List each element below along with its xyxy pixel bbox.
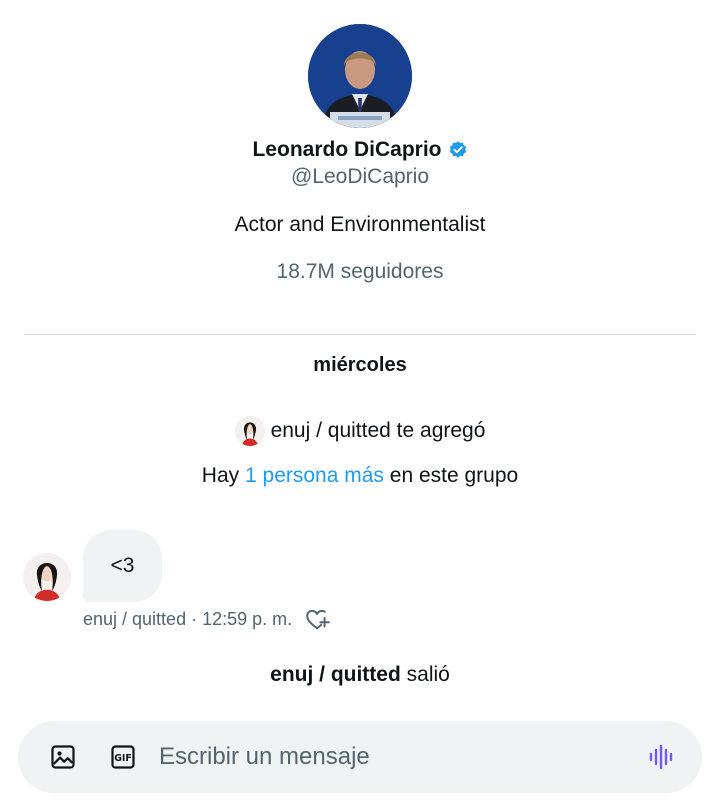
profile-followers[interactable]: 18.7M seguidores <box>0 260 720 284</box>
left-event: enuj / quitted salió <box>0 663 720 687</box>
profile-name-row: Leonardo DiCaprio <box>0 138 720 162</box>
profile-name: Leonardo DiCaprio <box>252 138 442 161</box>
group-info: Hay 1 persona más en este grupo <box>0 464 720 488</box>
sender-photo-icon <box>23 553 71 601</box>
message-sender: enuj / quitted <box>83 608 187 629</box>
message-composer: GIF <box>18 721 702 793</box>
profile-photo-icon <box>308 24 412 128</box>
message-sender-avatar[interactable] <box>23 553 71 601</box>
group-info-suffix: en este grupo <box>389 464 519 487</box>
user-photo-icon <box>234 416 265 446</box>
verified-badge-icon <box>449 141 466 158</box>
left-event-user: enuj / quitted <box>270 663 401 686</box>
message-meta: enuj / quitted · 12:59 p. m. <box>83 606 331 632</box>
profile-avatar[interactable] <box>308 24 412 128</box>
message-bubble[interactable]: <3 <box>83 530 162 602</box>
message-text: <3 <box>110 554 135 577</box>
profile-handle[interactable]: @LeoDiCaprio <box>0 165 720 189</box>
svg-text:GIF: GIF <box>114 753 132 764</box>
voice-icon[interactable] <box>648 743 676 771</box>
message-time: 12:59 p. m. <box>202 608 293 629</box>
user-avatar-small[interactable] <box>234 416 265 446</box>
group-members-link[interactable]: 1 persona más <box>245 464 384 487</box>
profile-bio: Actor and Environmentalist <box>234 213 486 236</box>
left-event-verb: salió <box>406 663 450 686</box>
gif-icon[interactable]: GIF <box>109 743 137 771</box>
divider <box>24 334 696 335</box>
image-icon[interactable] <box>49 743 77 771</box>
message-input[interactable] <box>159 739 629 775</box>
day-separator: miércoles <box>313 354 407 376</box>
add-reaction-icon[interactable] <box>304 606 331 632</box>
added-event-text: enuj / quitted te agregó <box>270 419 486 442</box>
added-event: enuj / quitted te agregó <box>0 416 720 446</box>
meta-separator: · <box>191 608 198 629</box>
group-info-prefix: Hay <box>201 464 240 487</box>
